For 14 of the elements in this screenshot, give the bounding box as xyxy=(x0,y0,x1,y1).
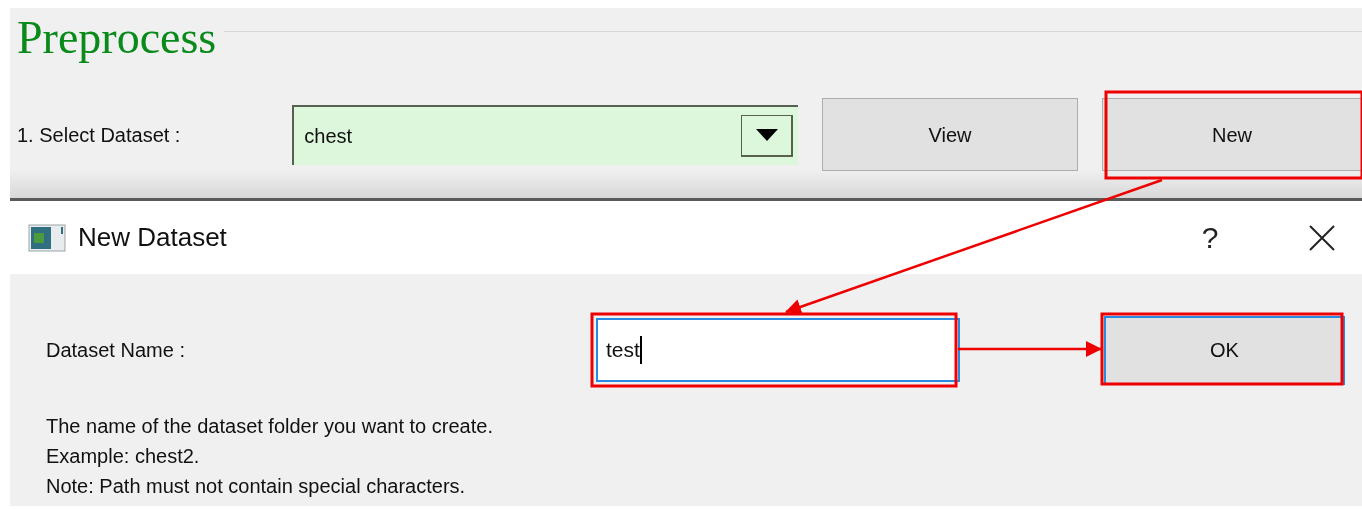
dataset-name-field[interactable]: test xyxy=(596,318,960,382)
ok-button[interactable]: OK xyxy=(1104,315,1345,385)
help-text: The name of the dataset folder you want to create. xyxy=(46,414,494,439)
help-button[interactable]: ? xyxy=(1190,212,1230,263)
field-label: 1. Select Dataset : xyxy=(17,122,182,148)
section-title: Preprocess xyxy=(17,15,217,61)
help-text: Note: Path must not contain special characters. xyxy=(46,474,467,499)
dialog-title: New Dataset xyxy=(78,221,227,254)
action-button[interactable]: View xyxy=(822,98,1078,171)
field-label: Dataset Name : xyxy=(46,338,186,363)
help-text: Example: chest2. xyxy=(46,444,201,469)
action-button[interactable]: New xyxy=(1102,98,1362,171)
app-icon xyxy=(28,223,66,252)
dataset-dropdown[interactable]: chest xyxy=(292,104,798,165)
